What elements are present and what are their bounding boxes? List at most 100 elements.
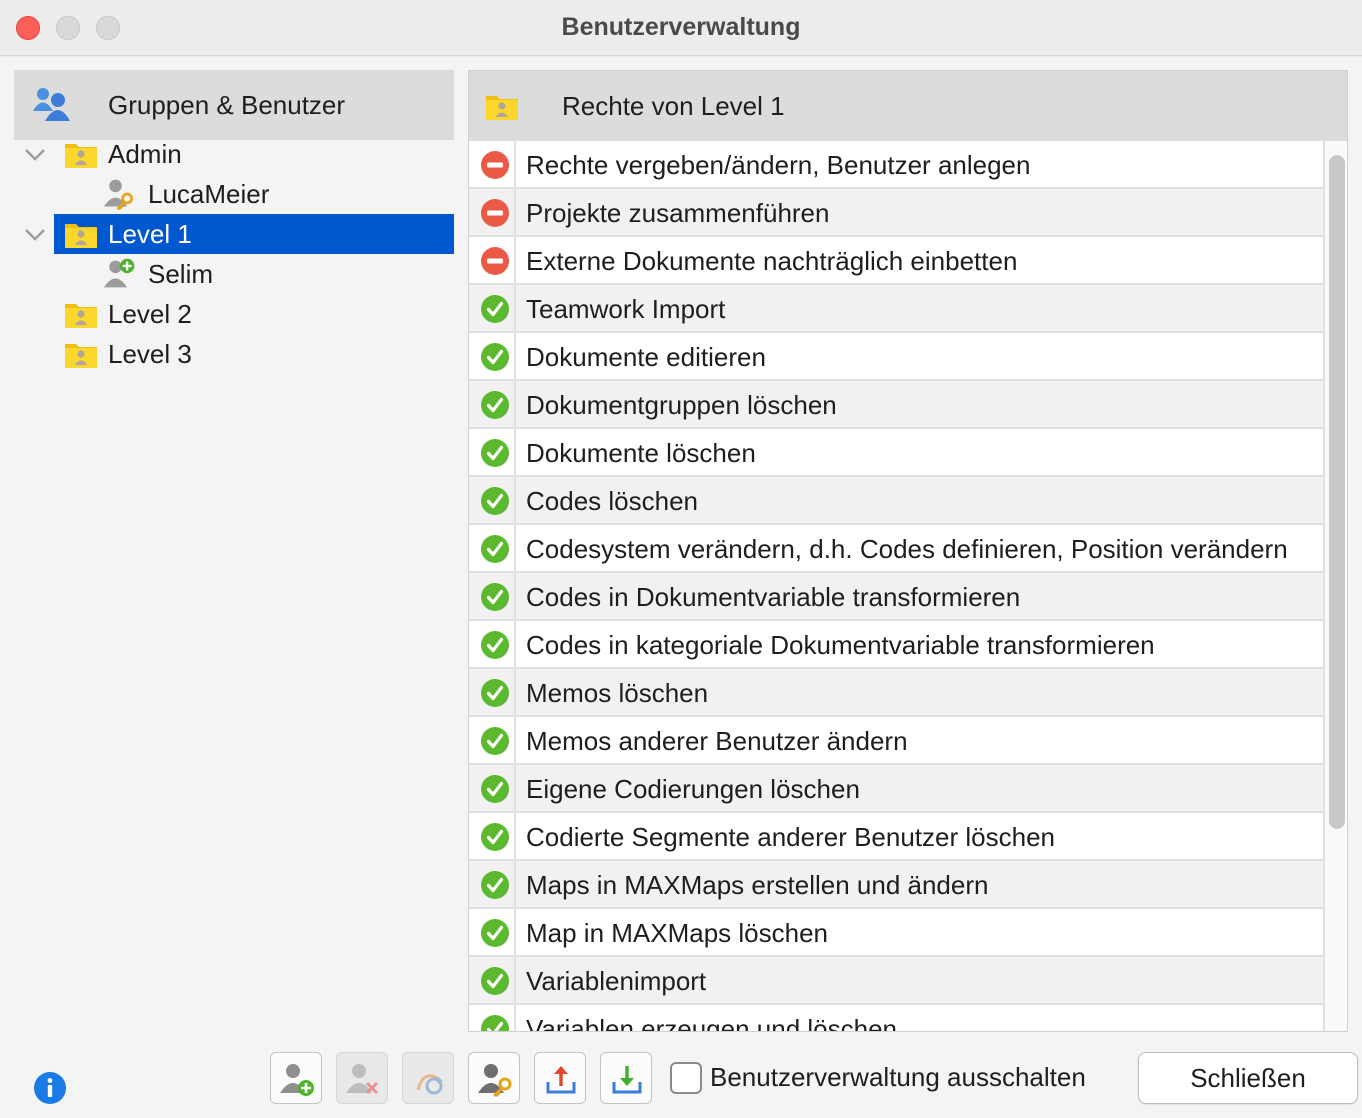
column-separator (514, 429, 516, 477)
right-row[interactable]: Map in MAXMaps löschen (469, 909, 1325, 957)
right-row[interactable]: Memos anderer Benutzer ändern (469, 717, 1325, 765)
right-row[interactable]: Rechte vergeben/ändern, Benutzer anlegen (469, 141, 1325, 189)
allowed-check-icon[interactable] (480, 342, 510, 372)
column-separator (514, 957, 516, 1005)
right-row[interactable]: Codes in Dokumentvariable transformieren (469, 573, 1325, 621)
allowed-check-icon[interactable] (480, 822, 510, 852)
right-row[interactable]: Maps in MAXMaps erstellen und ändern (469, 861, 1325, 909)
allowed-check-icon[interactable] (480, 294, 510, 324)
right-row[interactable]: Eigene Codierungen löschen (469, 765, 1325, 813)
right-row[interactable]: Dokumente löschen (469, 429, 1325, 477)
right-label: Dokumente editieren (526, 342, 766, 372)
window-title: Benutzerverwaltung (561, 13, 801, 41)
right-row[interactable]: Externe Dokumente nachträglich einbetten (469, 237, 1325, 285)
column-separator (514, 1005, 516, 1031)
tree-item-label: Level 1 (108, 219, 192, 249)
right-row[interactable]: Variablen erzeugen und löschen (469, 1005, 1325, 1032)
refresh-icon (416, 1074, 443, 1095)
allowed-check-icon[interactable] (480, 1014, 510, 1032)
export-button[interactable] (534, 1052, 586, 1104)
right-label: Codes in kategoriale Dokumentvariable tr… (526, 630, 1155, 660)
groups-users-panel: Gruppen & Benutzer Admin LucaMeier Level… (14, 70, 454, 1030)
tree-item-label: Selim (148, 259, 214, 289)
rights-list: Rechte vergeben/ändern, Benutzer anlegen… (469, 141, 1325, 1032)
import-button[interactable] (600, 1052, 652, 1104)
allowed-check-icon[interactable] (480, 534, 510, 564)
add-user-button[interactable] (270, 1052, 322, 1104)
allowed-check-icon[interactable] (480, 726, 510, 756)
right-row[interactable]: Codes löschen (469, 477, 1325, 525)
disable-user-management-checkbox[interactable] (670, 1062, 702, 1094)
allowed-check-icon[interactable] (480, 918, 510, 948)
tree-item-admin[interactable]: Admin (14, 134, 454, 174)
right-row[interactable]: Variablenimport (469, 957, 1325, 1005)
allowed-check-icon[interactable] (480, 774, 510, 804)
chevron-down-icon[interactable] (22, 222, 48, 246)
group-folder-icon (64, 299, 98, 329)
right-label: Dokumentgruppen löschen (526, 390, 837, 420)
rights-header: Rechte von Level 1 (469, 71, 1347, 141)
column-separator (514, 189, 516, 237)
tree-item-lucameier[interactable]: LucaMeier (14, 174, 454, 214)
right-row[interactable]: Codierte Segmente anderer Benutzer lösch… (469, 813, 1325, 861)
export-icon (546, 1066, 576, 1094)
right-label: Codes löschen (526, 486, 698, 516)
right-row[interactable]: Codes in kategoriale Dokumentvariable tr… (469, 621, 1325, 669)
right-label: Eigene Codierungen löschen (526, 774, 860, 804)
allowed-check-icon[interactable] (480, 678, 510, 708)
right-label: Externe Dokumente nachträglich einbetten (526, 246, 1018, 276)
delete-user-button[interactable] (336, 1052, 388, 1104)
right-row[interactable]: Teamwork Import (469, 285, 1325, 333)
close-button[interactable]: Schließen (1138, 1052, 1358, 1104)
column-separator (514, 813, 516, 861)
right-label: Variablen erzeugen und löschen (526, 1014, 898, 1032)
right-label: Map in MAXMaps löschen (526, 918, 829, 948)
info-icon[interactable] (33, 1071, 67, 1105)
right-label: Memos anderer Benutzer ändern (526, 726, 908, 756)
allowed-check-icon[interactable] (480, 582, 510, 612)
reset-button[interactable] (402, 1052, 454, 1104)
column-separator (514, 861, 516, 909)
tree-item-label: LucaMeier (148, 179, 270, 209)
import-icon (612, 1066, 642, 1094)
right-row[interactable]: Projekte zusammenführen (469, 189, 1325, 237)
right-row[interactable]: Dokumentgruppen löschen (469, 381, 1325, 429)
allowed-check-icon[interactable] (480, 390, 510, 420)
user-delete-icon (346, 1064, 379, 1095)
right-label: Dokumente löschen (526, 438, 756, 468)
tree-item-label: Admin (108, 139, 182, 169)
user-add-icon (280, 1064, 314, 1096)
disable-user-management-label[interactable]: Benutzerverwaltung ausschalten (710, 1062, 1090, 1093)
scrollbar-thumb[interactable] (1329, 155, 1345, 829)
group-folder-icon (64, 339, 98, 369)
group-folder-icon (64, 139, 98, 169)
tree-item-level-2[interactable]: Level 2 (14, 294, 454, 334)
allowed-check-icon[interactable] (480, 630, 510, 660)
tree-item-level-3[interactable]: Level 3 (14, 334, 454, 374)
tree-item-selim[interactable]: Selim (14, 254, 454, 294)
tree-item-level-1[interactable]: Level 1 (14, 214, 454, 254)
right-row[interactable]: Memos löschen (469, 669, 1325, 717)
right-label: Maps in MAXMaps erstellen und ändern (526, 870, 989, 900)
allowed-check-icon[interactable] (480, 966, 510, 996)
column-separator (514, 573, 516, 621)
allowed-check-icon[interactable] (480, 870, 510, 900)
user-key-icon (478, 1064, 512, 1098)
right-row[interactable]: Codesystem verändern, d.h. Codes definie… (469, 525, 1325, 573)
denied-icon[interactable] (480, 150, 510, 180)
denied-icon[interactable] (480, 198, 510, 228)
allowed-check-icon[interactable] (480, 486, 510, 516)
tree-item-label: Level 3 (108, 339, 192, 369)
column-separator (514, 525, 516, 573)
set-password-button[interactable] (468, 1052, 520, 1104)
column-separator (514, 669, 516, 717)
users-icon (33, 88, 70, 121)
right-label: Codes in Dokumentvariable transformieren (526, 582, 1021, 612)
allowed-check-icon[interactable] (480, 438, 510, 468)
groups-users-header: Gruppen & Benutzer (14, 70, 454, 140)
column-separator (514, 621, 516, 669)
right-row[interactable]: Dokumente editieren (469, 333, 1325, 381)
denied-icon[interactable] (480, 246, 510, 276)
column-separator (514, 477, 516, 525)
chevron-down-icon[interactable] (22, 142, 48, 166)
